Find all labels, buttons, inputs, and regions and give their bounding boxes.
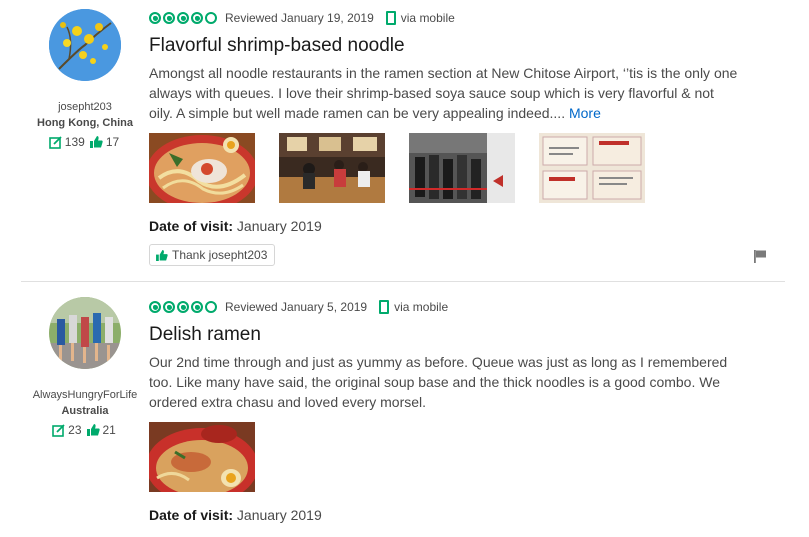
via-mobile-label: via mobile xyxy=(400,11,455,25)
member-stats: 23 21 xyxy=(22,423,148,437)
rating-bubble-empty xyxy=(205,12,217,24)
mobile-icon xyxy=(379,300,390,314)
review-count: 23 xyxy=(68,423,82,437)
helpful-votes-icon xyxy=(86,424,100,436)
avatar[interactable] xyxy=(49,9,121,81)
rating-bubble-filled xyxy=(191,301,203,313)
member-location: Hong Kong, China xyxy=(37,117,133,129)
rating-bubble-filled xyxy=(177,301,189,313)
rating-line: Reviewed January 19, 2019 via mobile xyxy=(149,9,739,27)
more-link[interactable]: More xyxy=(569,105,601,121)
date-of-visit-label: Date of visit: xyxy=(149,218,234,234)
rating-bubble-filled xyxy=(163,12,175,24)
bubble-rating xyxy=(149,12,217,24)
review-photo[interactable] xyxy=(279,133,385,203)
rating-bubble-filled xyxy=(149,12,161,24)
review-photo[interactable] xyxy=(149,422,255,492)
review-count-icon xyxy=(48,135,62,149)
review-count-icon xyxy=(52,423,65,437)
thank-button-label: Thank josepht203 xyxy=(172,248,268,262)
rating-bubble-empty xyxy=(205,301,217,313)
member-location: Australia xyxy=(61,405,109,417)
date-of-visit-value: January 2019 xyxy=(236,507,322,523)
avatar[interactable] xyxy=(49,297,121,369)
review-photo[interactable] xyxy=(149,133,255,203)
rating-bubble-filled xyxy=(149,301,161,313)
rating-line: Reviewed January 5, 2019 via mobile xyxy=(149,298,739,316)
member-info: AlwaysHungryForLife Australia 23 21 xyxy=(22,297,148,437)
member-stats: 139 17 xyxy=(22,135,148,149)
via-mobile-label: via mobile xyxy=(394,300,449,314)
helpful-votes-count: 21 xyxy=(102,423,116,437)
review-content: Reviewed January 19, 2019 via mobile Fla… xyxy=(149,9,739,266)
review-title[interactable]: Delish ramen xyxy=(149,324,739,346)
rating-bubble-filled xyxy=(163,301,175,313)
member-info: josepht203 Hong Kong, China 139 17 xyxy=(22,9,148,149)
date-of-visit-label: Date of visit: xyxy=(149,507,234,523)
review-photos xyxy=(149,133,739,203)
review-photo[interactable] xyxy=(409,133,515,203)
review-text-body: Amongst all noodle restaurants in the ra… xyxy=(149,65,738,121)
review-text: Amongst all noodle restaurants in the ra… xyxy=(149,63,739,123)
username[interactable]: AlwaysHungryForLife xyxy=(22,389,148,402)
review-text: Our 2nd time through and just as yummy a… xyxy=(149,354,728,410)
mobile-icon xyxy=(385,11,396,25)
report-flag-icon[interactable] xyxy=(754,250,766,263)
review-photos xyxy=(149,422,739,492)
thank-button[interactable]: Thank josepht203 xyxy=(149,244,276,266)
date-of-visit-value: January 2019 xyxy=(236,218,322,234)
review-date: Reviewed January 5, 2019 xyxy=(225,300,368,314)
rating-bubble-filled xyxy=(191,12,203,24)
thumbs-up-icon xyxy=(156,249,168,261)
review-photo[interactable] xyxy=(539,133,645,203)
review-date: Reviewed January 19, 2019 xyxy=(225,11,374,25)
bubble-rating xyxy=(149,301,217,313)
date-of-visit: Date of visit: January 2019 xyxy=(149,218,739,234)
review-card: josepht203 Hong Kong, China 139 17 Revie… xyxy=(0,0,809,282)
review-divider xyxy=(21,281,785,282)
helpful-votes-icon xyxy=(89,136,103,148)
helpful-votes-count: 17 xyxy=(105,135,120,149)
review-content: Reviewed January 5, 2019 via mobile Deli… xyxy=(149,298,739,523)
review-count: 139 xyxy=(64,135,85,149)
rating-bubble-filled xyxy=(177,12,189,24)
date-of-visit: Date of visit: January 2019 xyxy=(149,507,739,523)
username[interactable]: josepht203 xyxy=(22,101,148,114)
review-title[interactable]: Flavorful shrimp-based noodle xyxy=(149,35,739,57)
review-card: AlwaysHungryForLife Australia 23 21 Revi… xyxy=(0,283,809,537)
